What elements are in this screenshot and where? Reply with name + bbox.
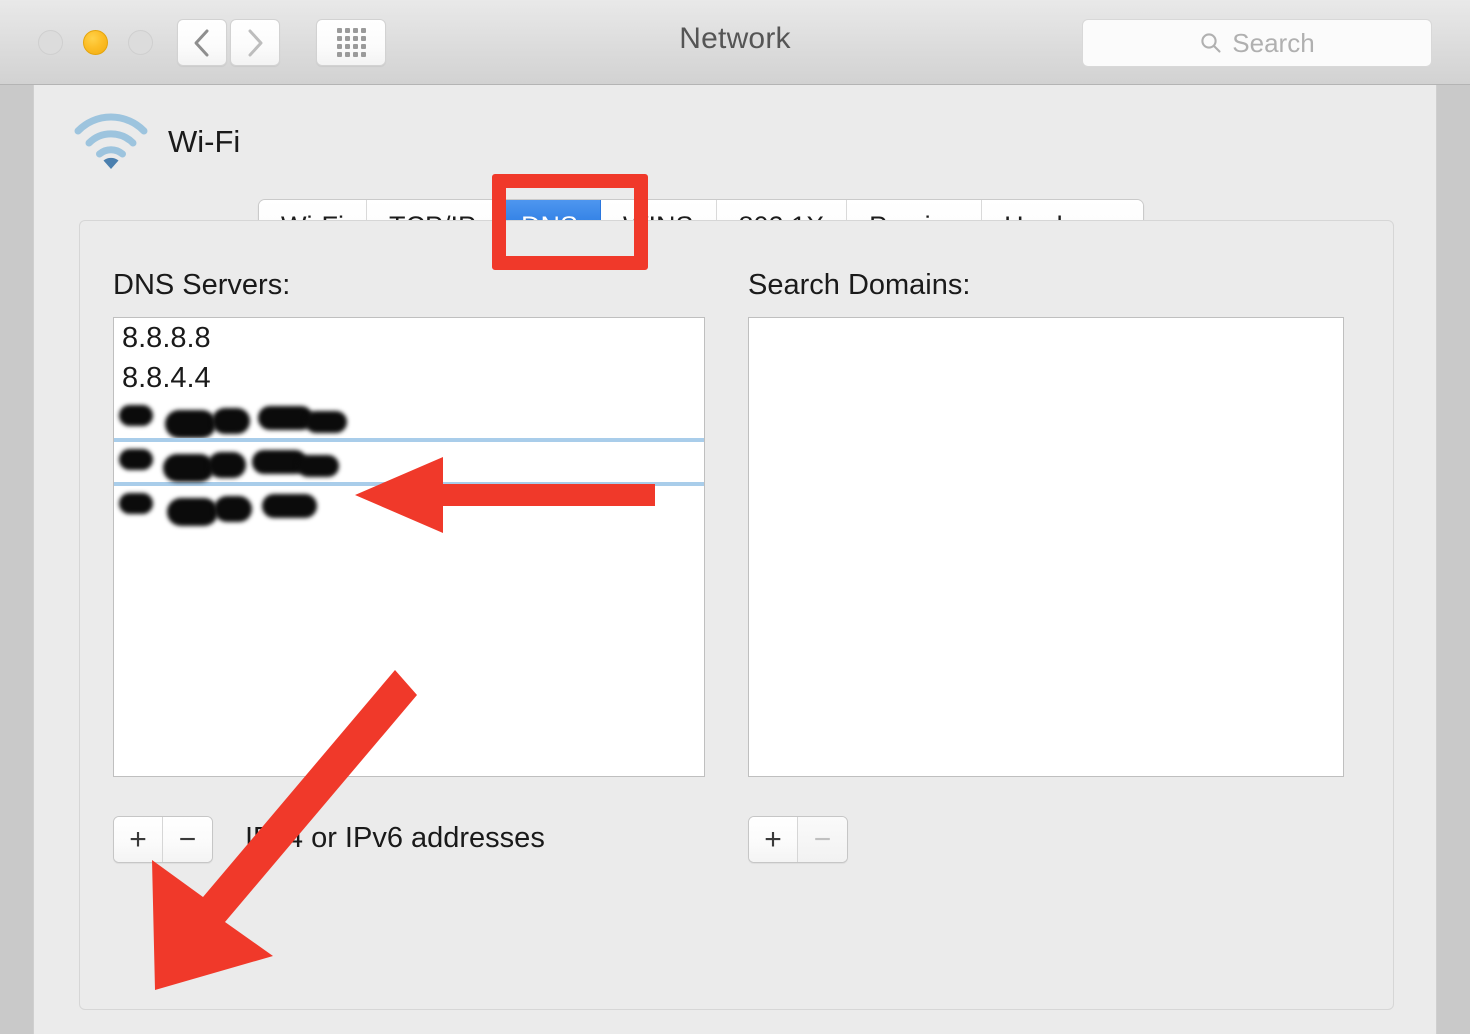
redacted-dns-server [119,403,354,438]
interface-header: Wi-Fi [72,113,240,171]
dns-server-row[interactable] [114,398,704,438]
dns-server-row[interactable]: 8.8.4.4 [114,358,704,398]
dns-servers-list[interactable]: 8.8.8.8 8.8.4.4 [113,317,705,777]
search-input[interactable]: Search [1082,19,1432,67]
search-domains-stepper: + − [748,816,848,863]
dns-server-address: 8.8.4.4 [122,361,211,394]
search-icon [1201,33,1221,53]
search-domains-label: Search Domains: [748,269,971,301]
dns-servers-hint: IPv4 or IPv6 addresses [245,822,545,854]
remove-search-domain-button[interactable]: − [798,817,847,862]
search-placeholder: Search [1232,27,1315,58]
network-preferences-window: Network Search Wi-Fi Wi-Fi TCP/IP DNS [0,0,1470,1034]
title-bar: Network Search [0,0,1470,85]
preferences-content: Wi-Fi Wi-Fi TCP/IP DNS WINS 802.1X Proxi… [33,85,1437,1034]
dns-server-row[interactable] [114,486,704,526]
add-search-domain-button[interactable]: + [749,817,798,862]
redacted-dns-server [119,491,317,526]
dns-servers-label: DNS Servers: [113,269,291,301]
dns-servers-stepper: + − [113,816,213,863]
search-domains-list[interactable] [748,317,1344,777]
add-dns-server-button[interactable]: + [114,817,163,862]
wifi-icon [74,113,148,169]
dns-server-row[interactable] [114,438,704,486]
interface-name: Wi-Fi [168,124,241,159]
redacted-dns-server [119,447,344,482]
remove-dns-server-button[interactable]: − [163,817,212,862]
annotation-highlight-dns-tab [492,174,648,270]
dns-server-address: 8.8.8.8 [122,321,211,354]
dns-server-row[interactable]: 8.8.8.8 [114,318,704,358]
dns-pane: DNS Servers: 8.8.8.8 8.8.4.4 + − IPv4 or … [79,220,1394,1010]
